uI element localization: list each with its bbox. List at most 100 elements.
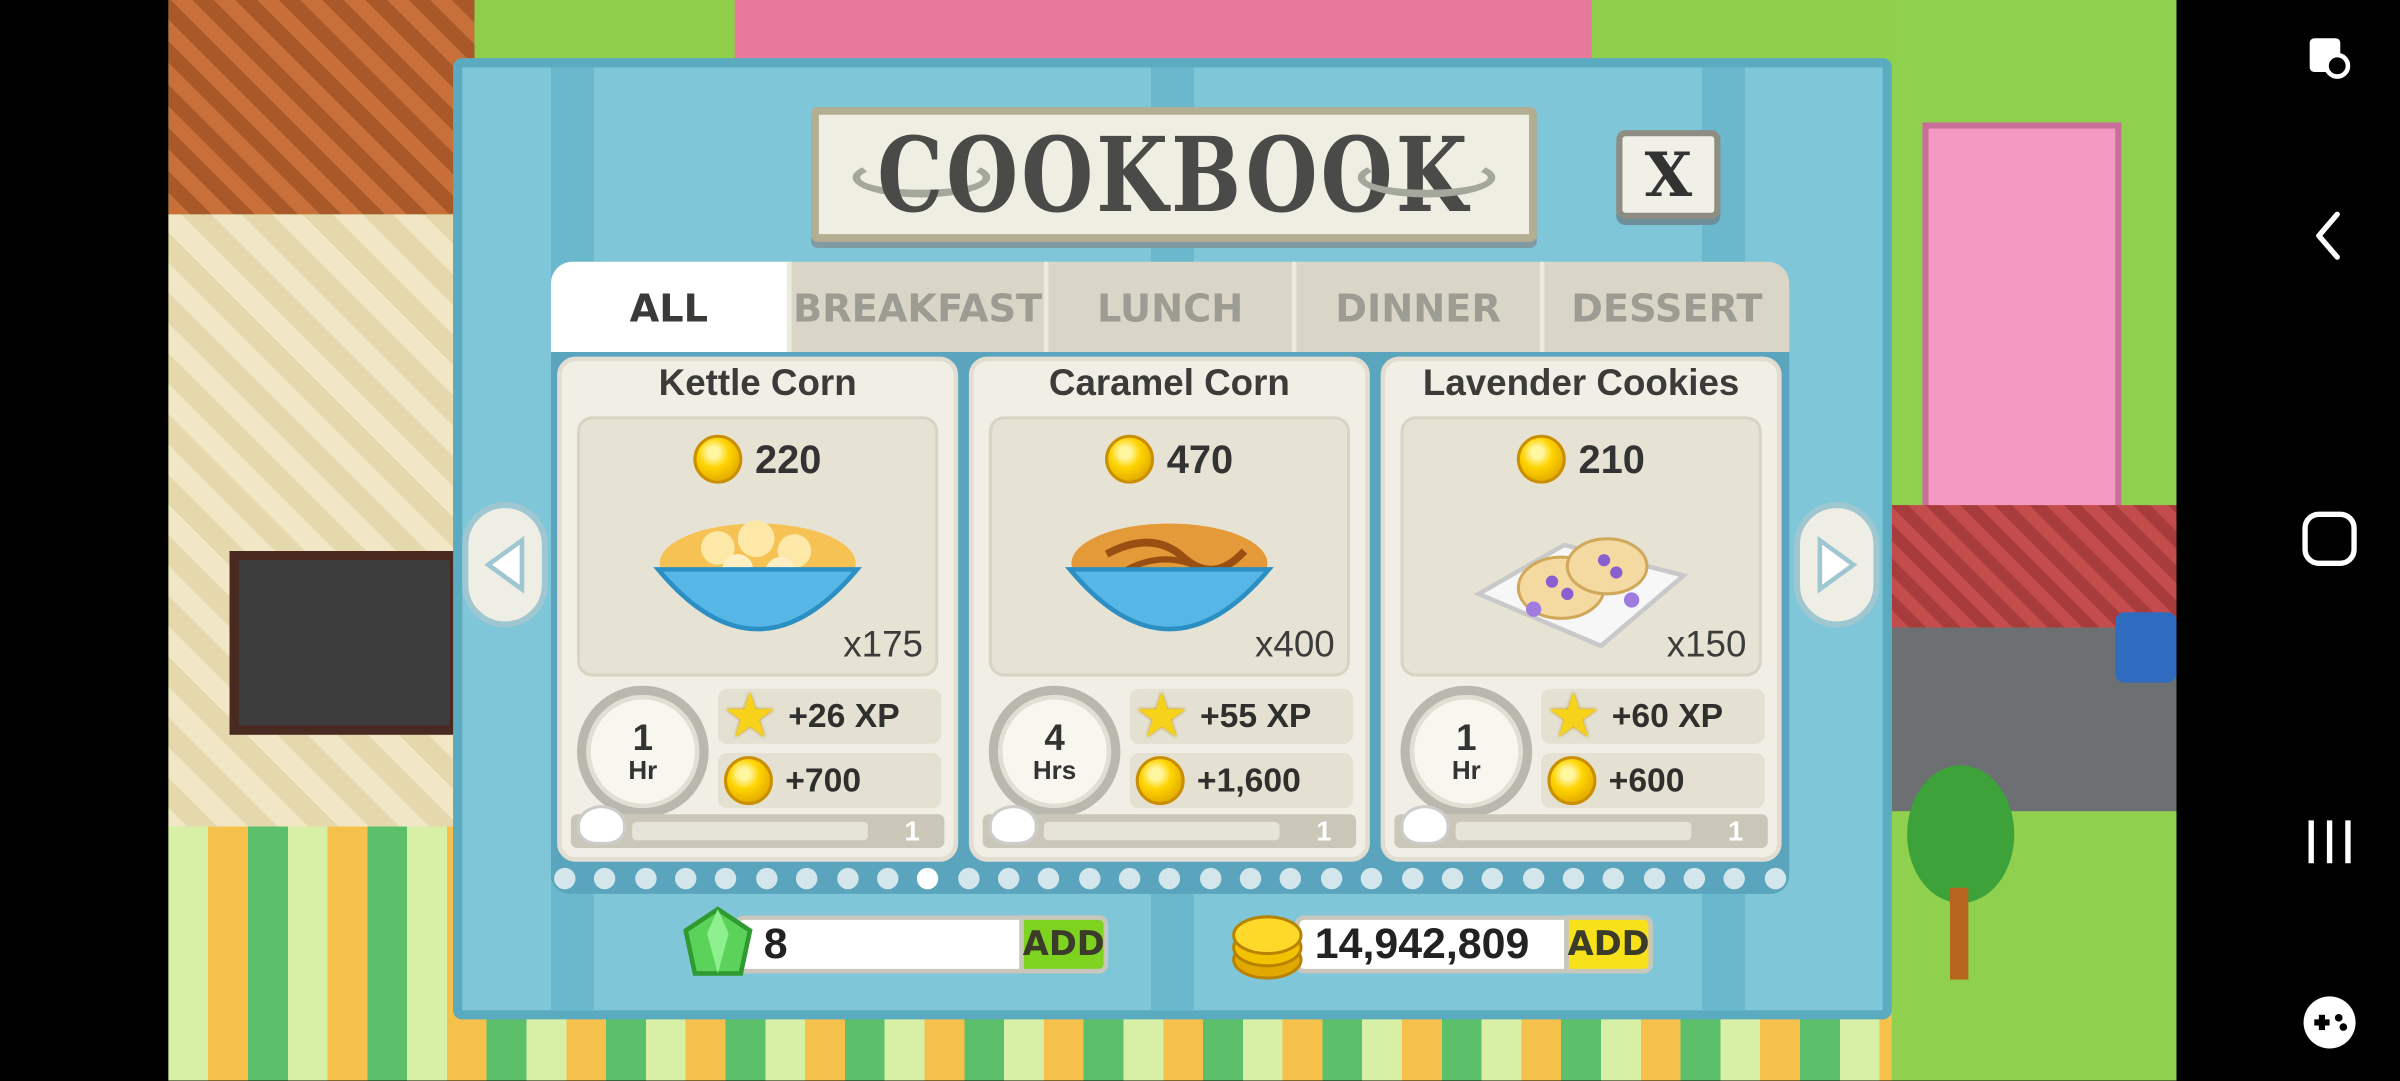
page-dot[interactable] <box>997 867 1020 890</box>
page-dot[interactable] <box>1199 867 1222 890</box>
page-dot[interactable] <box>1360 867 1383 890</box>
gems-counter: 8 ADD <box>680 906 1109 976</box>
page-dot[interactable] <box>1159 867 1181 890</box>
recipe-image-box: 220 x175 <box>577 416 939 677</box>
coin-icon <box>723 756 773 806</box>
star-icon: ★ <box>1548 684 1599 747</box>
right-flourish <box>1357 157 1496 198</box>
recipe-card-kettle-corn[interactable]: Kettle Corn 220 x175 1 Hr ★ +26 XP +700 1 <box>557 356 959 862</box>
back-icon[interactable] <box>2287 193 2373 279</box>
recipe-cost: 470 <box>992 434 1347 484</box>
xp-reward: ★ +55 XP <box>1129 684 1354 747</box>
category-tabs: ALL BREAKFAST LUNCH DINNER DESSERT <box>551 261 1790 354</box>
page-dot[interactable] <box>1441 867 1464 890</box>
lavender-cookies-plate-icon <box>1473 537 1689 649</box>
page-dot[interactable] <box>917 867 939 890</box>
page-dot[interactable] <box>1683 867 1706 890</box>
tab-breakfast[interactable]: BREAKFAST <box>791 261 1049 354</box>
add-coins-button[interactable]: ADD <box>1564 915 1654 974</box>
recipe-card-lavender-cookies[interactable]: Lavender Cookies 210 x150 1 Hr ★ +60 XP +6… <box>1380 356 1782 862</box>
page-dot[interactable] <box>836 867 858 890</box>
page-dot[interactable] <box>1522 867 1544 890</box>
star-icon: ★ <box>1137 684 1187 747</box>
coin-icon <box>1547 756 1597 806</box>
tab-lunch[interactable]: LUNCH <box>1048 261 1297 354</box>
page-dot[interactable] <box>1280 867 1302 890</box>
coin-stack-icon <box>1232 915 1303 980</box>
page-dot[interactable] <box>1643 867 1665 890</box>
coins-counter: 14,942,809 ADD <box>1224 912 1654 980</box>
recipe-cost: 210 <box>1404 434 1759 484</box>
sidewalk <box>1891 505 2177 628</box>
tree <box>1892 765 2015 995</box>
page-dot[interactable] <box>1038 867 1060 890</box>
cook-time-clock: 1 Hr <box>577 685 709 818</box>
page-dot[interactable] <box>675 867 697 890</box>
restaurant-wall <box>168 0 475 215</box>
arrow-right-icon <box>1817 535 1858 594</box>
pink-house <box>1922 122 2122 521</box>
tab-dessert[interactable]: DESSERT <box>1544 262 1789 354</box>
gem-icon <box>683 906 753 976</box>
page-dot[interactable] <box>876 867 899 890</box>
home-icon[interactable] <box>2287 496 2373 582</box>
recipe-quantity: x400 <box>1255 624 1335 666</box>
page-dot[interactable] <box>1724 867 1746 890</box>
arrow-left-icon <box>484 535 525 594</box>
recipe-quantity: x175 <box>843 624 923 666</box>
recipe-image-box: 470 x400 <box>988 416 1350 677</box>
page-dot[interactable] <box>634 867 657 890</box>
recipe-name: Lavender Cookies <box>1422 362 1740 405</box>
close-icon: X <box>1644 138 1693 211</box>
mailbox <box>2115 612 2177 683</box>
page-dot[interactable] <box>1118 867 1141 890</box>
page-dot[interactable] <box>1562 867 1585 890</box>
page-dot[interactable] <box>1239 867 1262 890</box>
page-dot[interactable] <box>796 867 818 890</box>
mastery-progress: 1 <box>570 805 945 848</box>
accessibility-icon[interactable] <box>2287 15 2373 101</box>
page-dot[interactable] <box>594 867 616 890</box>
coin-icon <box>1517 434 1567 484</box>
street-buildings <box>734 0 1592 62</box>
tab-all[interactable]: ALL <box>551 261 792 354</box>
tab-dinner[interactable]: DINNER <box>1296 261 1545 354</box>
page-dot[interactable] <box>1603 867 1625 890</box>
page-indicator <box>551 867 1789 896</box>
close-button[interactable]: X <box>1616 130 1721 219</box>
recipe-quantity: x150 <box>1666 624 1747 666</box>
next-page-button[interactable] <box>1793 502 1880 628</box>
page-dot[interactable] <box>1482 867 1504 890</box>
page-dot[interactable] <box>1320 867 1343 890</box>
page-dot[interactable] <box>957 867 979 890</box>
coins-value: 14,942,809 <box>1294 915 1565 974</box>
recipe-name: Caramel Corn <box>1048 362 1290 405</box>
mastery-progress: 1 <box>1394 805 1768 848</box>
page-dot[interactable] <box>1401 867 1423 890</box>
recipe-cost: 220 <box>580 434 935 484</box>
recents-icon[interactable] <box>2287 799 2373 885</box>
coin-icon <box>1105 434 1155 484</box>
page-dot[interactable] <box>755 867 778 890</box>
page-dot[interactable] <box>715 867 737 890</box>
game-controller-icon[interactable] <box>2287 980 2373 1066</box>
caramel-corn-bowl-icon <box>1064 523 1274 632</box>
dining-tables <box>229 551 460 735</box>
page-dot[interactable] <box>1078 867 1100 890</box>
cook-time-clock: 4 Hrs <box>988 685 1121 818</box>
xp-reward: ★ +26 XP <box>717 688 942 744</box>
mastery-progress: 1 <box>982 805 1357 848</box>
coin-icon <box>693 434 743 484</box>
page-dot[interactable] <box>1764 867 1786 890</box>
previous-page-button[interactable] <box>462 502 548 628</box>
chef-hat-icon <box>988 805 1038 845</box>
add-gems-button[interactable]: ADD <box>1019 915 1109 974</box>
xp-reward: ★ +60 XP <box>1541 684 1765 747</box>
coin-icon <box>1135 756 1185 806</box>
title-plate: COOKBOOK <box>811 107 1537 242</box>
recipe-card-caramel-corn[interactable]: Caramel Corn 470 x400 4 Hrs ★ +55 XP +1,60… <box>968 356 1370 862</box>
page-dot[interactable] <box>554 867 576 890</box>
chef-hat-icon <box>1400 805 1450 845</box>
gems-value: 8 <box>734 915 1020 974</box>
recipe-image-box: 210 x150 <box>1400 416 1762 677</box>
